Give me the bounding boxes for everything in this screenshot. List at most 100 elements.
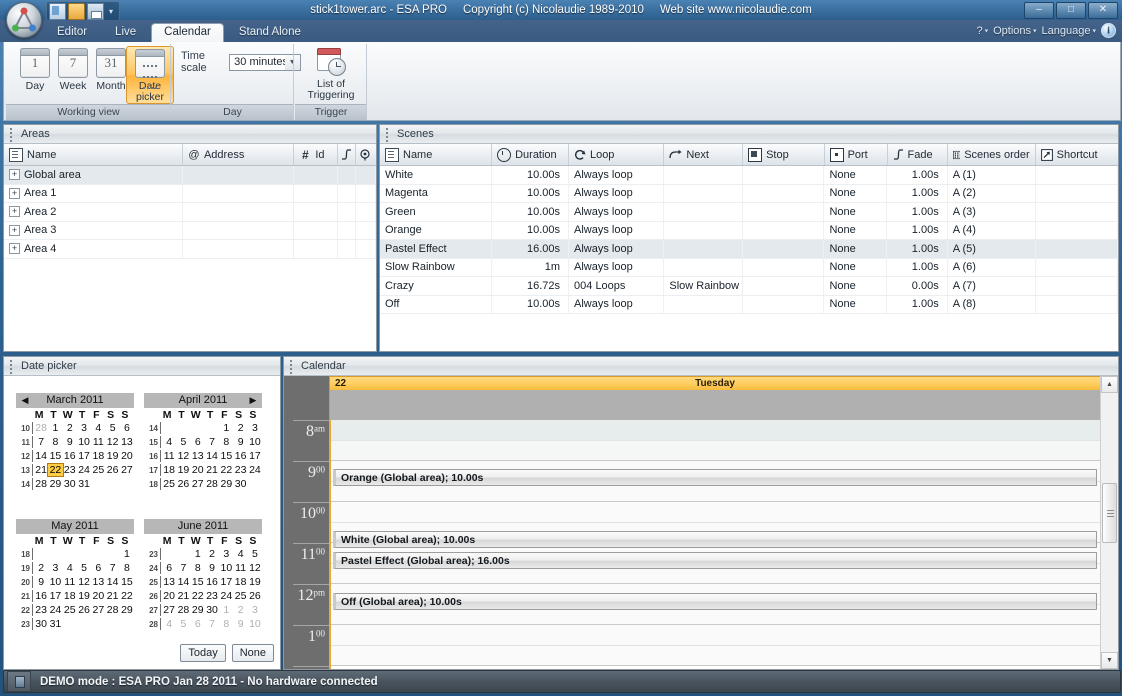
area-id-cell[interactable]: [294, 166, 338, 184]
scene-name-cell[interactable]: Green: [380, 203, 492, 221]
day-cell[interactable]: 26: [248, 590, 262, 602]
day-cell[interactable]: 10: [48, 576, 62, 588]
scene-order-cell[interactable]: A (4): [948, 222, 1036, 240]
prev-month-button[interactable]: ◀: [18, 393, 32, 408]
scenes-col-fade[interactable]: Fade: [888, 144, 948, 165]
day-cell[interactable]: 7: [205, 618, 219, 630]
day-cell[interactable]: 22: [191, 590, 205, 602]
day-cell[interactable]: [77, 548, 91, 560]
time-slot[interactable]: [331, 502, 1100, 523]
day-cell[interactable]: 8: [219, 618, 233, 630]
day-cell[interactable]: 12: [77, 576, 91, 588]
day-cell[interactable]: 17: [248, 450, 262, 462]
day-cell[interactable]: 11: [91, 436, 105, 448]
day-cell[interactable]: 30: [205, 604, 219, 616]
scenes-col-name[interactable]: Name: [380, 144, 492, 165]
scenes-col-scenes-order[interactable]: Scenes order: [948, 144, 1036, 165]
scene-loop-cell[interactable]: Always loop: [569, 240, 664, 258]
day-cell[interactable]: [205, 422, 219, 434]
calendar-event-pastel-effect[interactable]: Pastel Effect (Global area); 16.00s: [333, 552, 1097, 569]
close-button[interactable]: ✕: [1088, 2, 1118, 19]
day-cell[interactable]: 13: [162, 576, 176, 588]
area-address-cell[interactable]: [183, 222, 294, 240]
day-cell[interactable]: 7: [176, 562, 190, 574]
day-cell[interactable]: 5: [176, 618, 190, 630]
areas-panel-grip-icon[interactable]: [10, 128, 13, 140]
day-cell[interactable]: [91, 618, 105, 630]
day-cell[interactable]: 29: [120, 604, 134, 616]
day-cell[interactable]: 21: [176, 590, 190, 602]
day-cell[interactable]: 2: [63, 422, 77, 434]
info-icon[interactable]: i: [1101, 23, 1116, 38]
day-cell[interactable]: 8: [219, 436, 233, 448]
day-cell[interactable]: 23: [205, 590, 219, 602]
scenes-col-duration[interactable]: Duration: [492, 144, 569, 165]
time-slot[interactable]: [331, 420, 1100, 441]
area-location-cell[interactable]: [356, 185, 376, 203]
day-cell[interactable]: 23: [34, 604, 48, 616]
date-picker-grip-icon[interactable]: [10, 360, 13, 372]
scene-shortcut-cell[interactable]: [1036, 259, 1118, 277]
day-cell[interactable]: 7: [105, 562, 119, 574]
expand-icon[interactable]: +: [9, 169, 20, 180]
day-cell[interactable]: 17: [219, 576, 233, 588]
areas-col-fade[interactable]: [338, 144, 356, 165]
scene-stop-cell[interactable]: [743, 203, 824, 221]
day-cell[interactable]: 21: [205, 464, 219, 476]
day-cell[interactable]: 29: [48, 478, 62, 490]
scene-fade-cell[interactable]: 1.00s: [887, 240, 947, 258]
day-cell[interactable]: 1: [191, 548, 205, 560]
day-cell[interactable]: 5: [77, 562, 91, 574]
expand-icon[interactable]: +: [9, 243, 20, 254]
area-fade-cell[interactable]: [338, 240, 356, 258]
day-cell[interactable]: 3: [48, 562, 62, 574]
day-cell[interactable]: 30: [34, 618, 48, 630]
day-cell[interactable]: [105, 478, 119, 490]
day-cell[interactable]: 2: [34, 562, 48, 574]
day-cell[interactable]: 3: [77, 422, 91, 434]
areas-col-name[interactable]: Name: [4, 144, 183, 165]
table-row[interactable]: +Area 3: [4, 222, 376, 241]
day-cell[interactable]: 14: [105, 576, 119, 588]
day-cell[interactable]: 21: [34, 464, 48, 476]
scene-next-cell[interactable]: [664, 296, 743, 314]
calendar-event-orange[interactable]: Orange (Global area); 10.00s: [333, 469, 1097, 486]
scene-duration-cell[interactable]: 10.00s: [492, 203, 569, 221]
table-row[interactable]: +Global area: [4, 166, 376, 185]
day-cell[interactable]: 9: [233, 618, 247, 630]
scroll-down-arrow-icon[interactable]: ▼: [1101, 652, 1118, 669]
day-cell[interactable]: 9: [205, 562, 219, 574]
maximize-button[interactable]: □: [1056, 2, 1086, 19]
calendar-vertical-scrollbar[interactable]: ▲ ▼: [1100, 376, 1118, 669]
scene-duration-cell[interactable]: 10.00s: [492, 166, 569, 184]
day-cell[interactable]: [105, 618, 119, 630]
day-cell[interactable]: 18: [162, 464, 176, 476]
day-cell[interactable]: 11: [233, 562, 247, 574]
scene-port-cell[interactable]: None: [824, 166, 887, 184]
day-cell[interactable]: 18: [233, 576, 247, 588]
area-fade-cell[interactable]: [338, 203, 356, 221]
day-cell[interactable]: 8: [120, 562, 134, 574]
day-cell[interactable]: 11: [63, 576, 77, 588]
day-cell[interactable]: 23: [63, 464, 77, 476]
day-cell[interactable]: 16: [233, 450, 247, 462]
scene-order-cell[interactable]: A (7): [948, 277, 1036, 295]
day-cell[interactable]: 27: [91, 604, 105, 616]
scenes-col-next[interactable]: Next: [664, 144, 743, 165]
day-cell[interactable]: 17: [77, 450, 91, 462]
today-button[interactable]: Today: [180, 644, 225, 662]
day-cell[interactable]: 10: [248, 436, 262, 448]
day-cell[interactable]: 18: [63, 590, 77, 602]
next-month-button[interactable]: ▶: [246, 393, 260, 408]
scene-duration-cell[interactable]: 1m: [492, 259, 569, 277]
day-cell[interactable]: [63, 548, 77, 560]
area-name-cell[interactable]: +Area 3: [4, 222, 183, 240]
scene-order-cell[interactable]: A (3): [948, 203, 1036, 221]
scene-fade-cell[interactable]: 0.00s: [887, 277, 947, 295]
tab-live[interactable]: Live: [102, 23, 149, 42]
area-name-cell[interactable]: +Area 4: [4, 240, 183, 258]
area-id-cell[interactable]: [294, 185, 338, 203]
expand-icon[interactable]: +: [9, 188, 20, 199]
scene-name-cell[interactable]: Magenta: [380, 185, 492, 203]
new-document-icon[interactable]: [49, 3, 66, 20]
